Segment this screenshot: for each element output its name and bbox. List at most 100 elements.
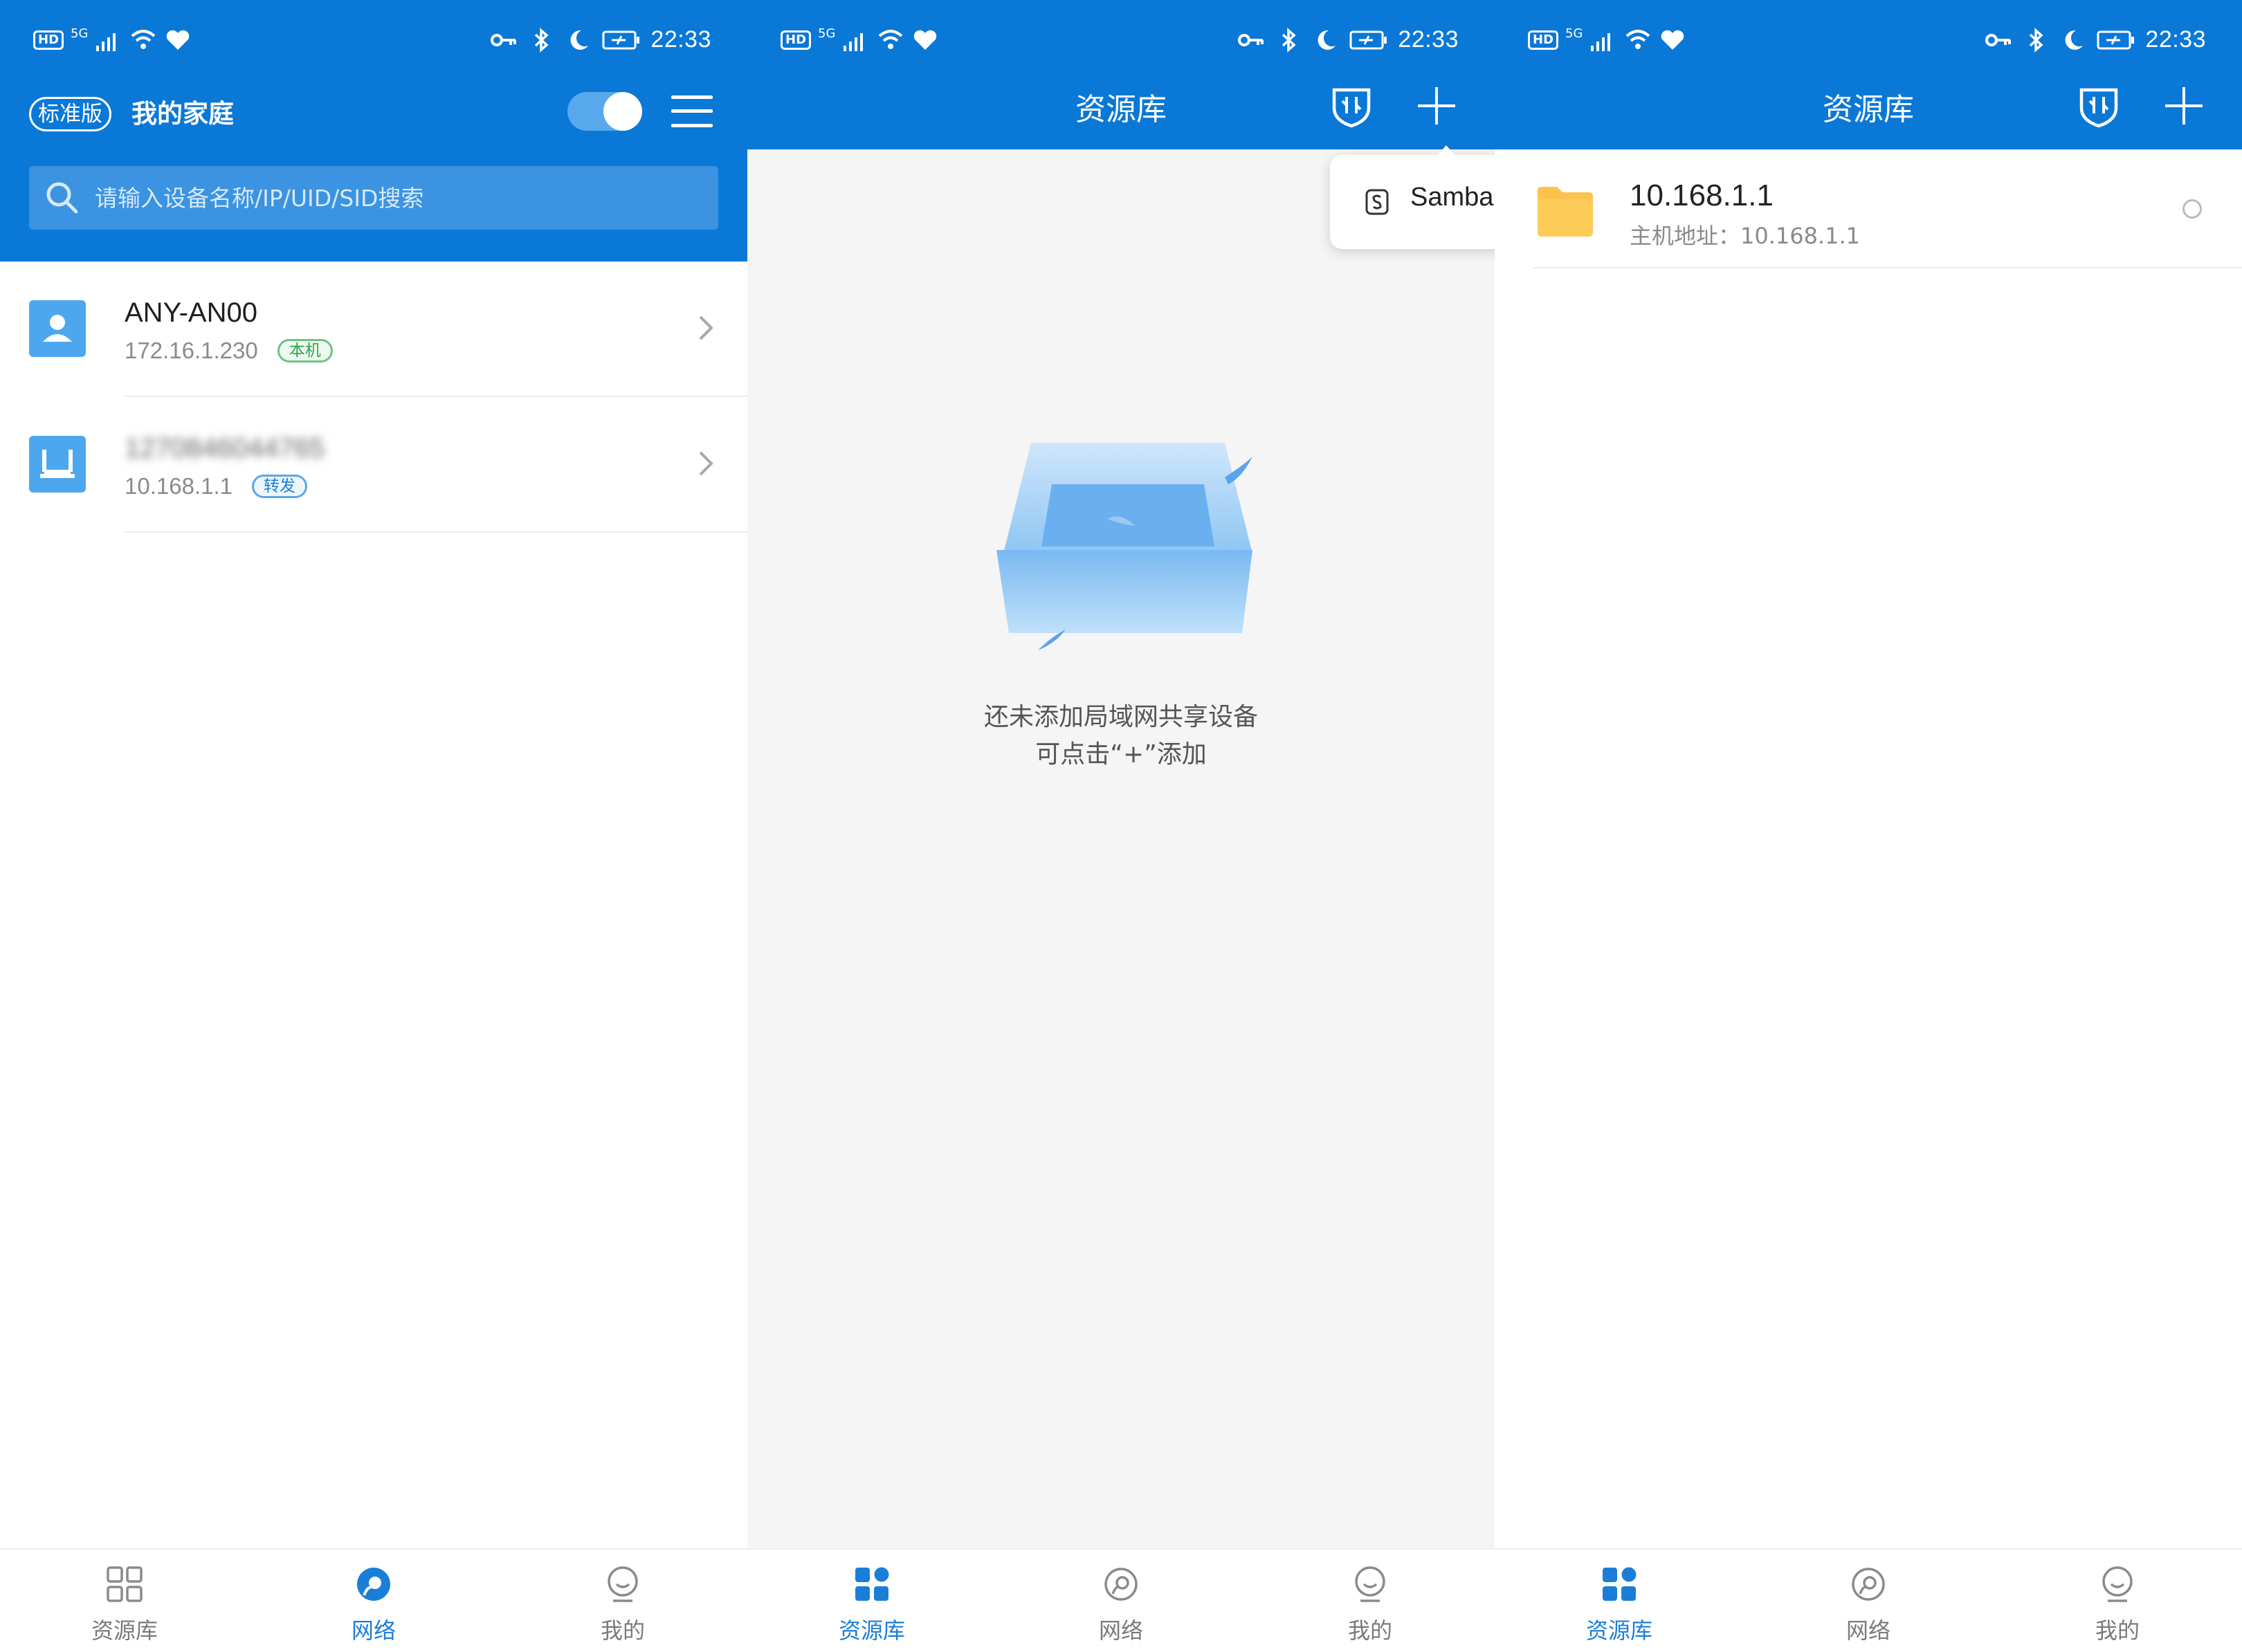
moon-icon xyxy=(570,30,589,50)
empty-line-2: 可点击“+”添加 xyxy=(1035,740,1207,769)
bottom-nav: 资源库 网络 我的 xyxy=(747,1548,1495,1652)
local-tag: 本机 xyxy=(277,339,333,362)
nav-network[interactable]: 网络 xyxy=(1744,1550,1993,1652)
chevron-right-icon xyxy=(699,451,713,476)
grid-icon xyxy=(107,1566,143,1602)
resource-row[interactable]: 10.168.1.1 主机地址：10.168.1.1 xyxy=(1495,149,2242,268)
nav-network-label: 网络 xyxy=(1845,1617,1890,1644)
nav-mine-label: 我的 xyxy=(2095,1617,2140,1644)
device-name: 1270846044765 xyxy=(125,433,325,464)
empty-line-1: 还未添加局域网共享设备 xyxy=(983,703,1258,731)
page-title: 资源库 xyxy=(1823,92,1914,127)
device-name: ANY-AN00 xyxy=(125,297,257,328)
bottom-nav: 资源库 网络 我的 xyxy=(1495,1548,2242,1652)
device-row[interactable]: ANY-AN00 172.16.1.230 本机 xyxy=(0,261,747,397)
signal-icon xyxy=(1591,33,1611,51)
key-icon xyxy=(1985,33,2012,46)
moon-icon xyxy=(2065,30,2084,50)
nav-library-label: 资源库 xyxy=(1585,1617,1652,1644)
battery-icon xyxy=(602,30,640,49)
network-type-label: 5G xyxy=(1565,26,1583,41)
menu-item-samba[interactable]: Samba xyxy=(1330,155,1495,249)
bottom-nav: 资源库 网络 我的 xyxy=(0,1548,747,1652)
nav-library[interactable]: 资源库 xyxy=(747,1550,996,1652)
battery-icon xyxy=(2097,30,2135,49)
nav-mine-label: 我的 xyxy=(600,1617,645,1644)
chevron-right-icon xyxy=(699,315,713,340)
network-icon xyxy=(357,1568,390,1601)
nav-library[interactable]: 资源库 xyxy=(0,1550,249,1652)
profile-icon xyxy=(608,1566,638,1602)
heart-icon xyxy=(167,30,190,50)
add-menu-popup: Samba xyxy=(1330,145,1495,249)
heart-icon xyxy=(914,30,937,50)
user-device-icon xyxy=(29,300,86,357)
heart-icon xyxy=(1661,30,1684,50)
nav-mine[interactable]: 我的 xyxy=(1993,1550,2242,1652)
clock: 22:33 xyxy=(1398,26,1459,53)
signal-icon xyxy=(844,33,864,51)
empty-box-illustration xyxy=(996,443,1252,650)
nav-library-label: 资源库 xyxy=(838,1617,905,1644)
nav-mine[interactable]: 我的 xyxy=(1246,1550,1495,1652)
menu-icon[interactable] xyxy=(671,93,713,130)
network-icon xyxy=(1852,1568,1885,1601)
network-toggle[interactable] xyxy=(567,92,642,131)
status-bar: HD 5G 22:33 xyxy=(0,0,747,76)
device-ip: 10.168.1.1 xyxy=(125,473,233,499)
empty-state-text: 还未添加局域网共享设备 可点击“+”添加 xyxy=(747,699,1495,773)
key-icon xyxy=(1238,33,1264,46)
library-screen: HD 5G 22:33 资源库 10.168.1.1 主机地址：10.168.1… xyxy=(1495,0,2242,1652)
status-bar: HD 5G 22:33 xyxy=(747,0,1495,76)
device-ip-line: 10.168.1.1 转发 xyxy=(125,473,307,499)
profile-icon xyxy=(1355,1566,1385,1602)
nav-library[interactable]: 资源库 xyxy=(1495,1550,1744,1652)
edition-badge[interactable]: 标准版 xyxy=(29,97,111,131)
grid-icon xyxy=(1603,1567,1637,1601)
resource-name: 10.168.1.1 xyxy=(1630,178,1774,212)
hd-icon: HD xyxy=(33,30,64,50)
shield-icon[interactable] xyxy=(2076,83,2122,129)
samba-label: Samba xyxy=(1410,183,1494,212)
bluetooth-icon xyxy=(1282,27,1297,53)
home-title[interactable]: 我的家庭 xyxy=(131,95,234,133)
search-icon xyxy=(46,182,78,214)
signal-icon xyxy=(96,33,116,51)
nav-network[interactable]: 网络 xyxy=(249,1550,498,1652)
wifi-icon xyxy=(131,30,156,49)
network-type-label: 5G xyxy=(71,26,89,41)
clock: 22:33 xyxy=(2145,26,2206,53)
nav-mine[interactable]: 我的 xyxy=(498,1550,747,1652)
key-icon xyxy=(491,33,517,46)
bluetooth-icon xyxy=(2030,27,2044,53)
clock: 22:33 xyxy=(650,26,711,53)
profile-icon xyxy=(2102,1566,2133,1602)
library-empty-screen: HD 5G 22:33 资源库 Samba 还未添加局域网共享设备 可点击“+”… xyxy=(747,0,1495,1652)
divider xyxy=(1533,267,2242,268)
add-icon[interactable] xyxy=(2162,84,2205,127)
samba-icon xyxy=(1365,189,1389,215)
network-icon xyxy=(1104,1568,1138,1601)
folder-icon xyxy=(1538,187,1593,237)
nav-network-label: 网络 xyxy=(1098,1617,1143,1644)
shield-icon[interactable] xyxy=(1329,83,1374,129)
network-screen: HD 5G 22:33 标准版 我的家庭 请输入设备名称/IP/UID/SID搜… xyxy=(0,0,747,1652)
status-bar: HD 5G 22:33 xyxy=(1495,0,2242,76)
search-input[interactable] xyxy=(95,166,704,230)
device-ip-line: 172.16.1.230 本机 xyxy=(125,338,333,364)
device-row[interactable]: 1270846044765 10.168.1.1 转发 xyxy=(0,397,747,533)
page-title: 资源库 xyxy=(1075,92,1167,127)
moon-icon xyxy=(1318,30,1336,50)
search-bar[interactable] xyxy=(29,166,718,230)
resource-host: 主机地址：10.168.1.1 xyxy=(1630,223,1861,249)
nav-mine-label: 我的 xyxy=(1347,1617,1392,1644)
add-icon[interactable] xyxy=(1415,84,1458,127)
device-ip: 172.16.1.230 xyxy=(125,338,258,363)
select-radio[interactable] xyxy=(2182,199,2202,219)
nav-network[interactable]: 网络 xyxy=(996,1550,1246,1652)
battery-icon xyxy=(1349,30,1387,49)
hd-icon: HD xyxy=(781,30,812,50)
divider xyxy=(125,531,747,533)
wifi-icon xyxy=(1626,30,1650,49)
nav-network-label: 网络 xyxy=(351,1617,396,1644)
